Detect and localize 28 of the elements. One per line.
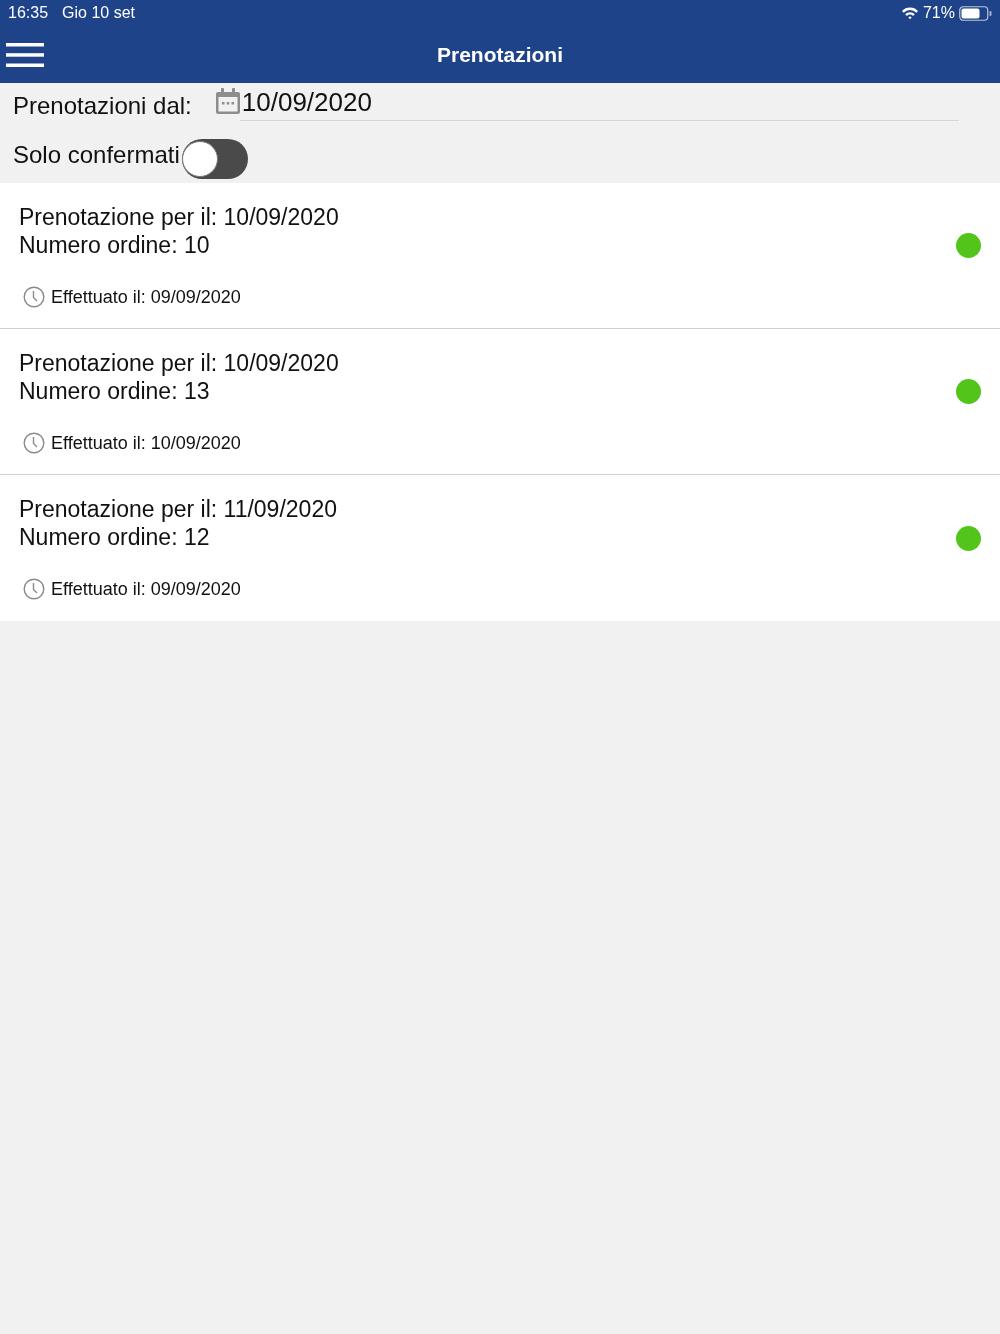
booking-date: Prenotazione per il: 10/09/2020 (19, 203, 340, 231)
booking-date: Prenotazione per il: 11/09/2020 (19, 495, 338, 523)
order-number: Numero ordine: 12 (19, 523, 211, 551)
clock-icon (23, 286, 45, 308)
battery-percent: 71% (922, 4, 955, 22)
booking-card[interactable]: Prenotazione per il: 11/09/2020 Numero ordine: 12 Effettuato il: 09/09/2020 (0, 475, 1000, 621)
confirmed-only-toggle[interactable] (181, 139, 248, 179)
wifi-icon (900, 6, 919, 20)
booking-date: Prenotazione per il: 10/09/2020 (19, 349, 340, 377)
toggle-label: Solo confermati (13, 141, 180, 169)
status-time: 16:35 (8, 4, 49, 22)
date-input-field[interactable]: 10/09/2020 (239, 87, 959, 121)
menu-icon (6, 41, 44, 68)
date-filter-label: Prenotazioni dal: (13, 92, 192, 120)
created-date: Effettuato il: 09/09/2020 (51, 578, 241, 600)
clock-icon (23, 578, 45, 600)
booking-card[interactable]: Prenotazione per il: 10/09/2020 Numero ordine: 10 Effettuato il: 09/09/2020 (0, 183, 1000, 329)
created-date: Effettuato il: 10/09/2020 (51, 432, 241, 454)
page-title: Prenotazioni (437, 42, 563, 67)
calendar-icon (215, 88, 240, 114)
menu-button[interactable] (6, 41, 44, 68)
clock-icon (23, 432, 45, 454)
status-date: Gio 10 set (62, 4, 135, 22)
booking-card[interactable]: Prenotazione per il: 10/09/2020 Numero ordine: 13 Effettuato il: 10/09/2020 (0, 329, 1000, 475)
order-number: Numero ordine: 10 (19, 231, 211, 259)
order-number: Numero ordine: 13 (19, 377, 211, 405)
created-date: Effettuato il: 09/09/2020 (51, 286, 241, 308)
battery-icon (959, 5, 992, 21)
